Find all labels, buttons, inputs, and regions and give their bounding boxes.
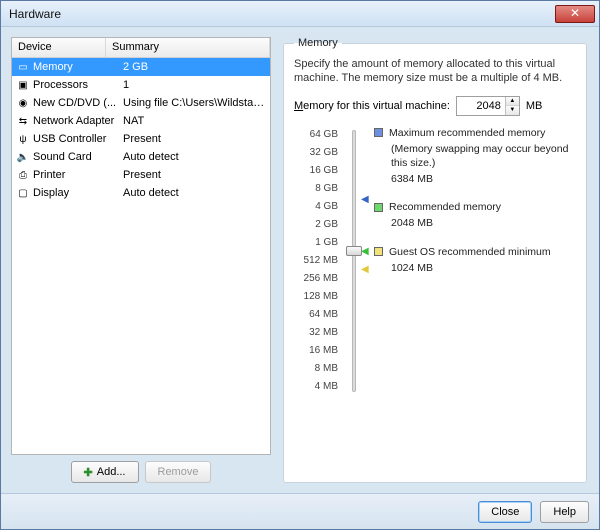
device-summary: 1 — [123, 79, 267, 91]
memory-slider[interactable]: ◀ ◀ ◀ — [342, 126, 366, 396]
sound-icon: 🔈 — [15, 150, 31, 164]
legend-rec-label: Recommended memory — [389, 201, 501, 213]
device-row[interactable]: ψUSB ControllerPresent — [12, 130, 270, 148]
device-summary: Using file C:\Users\Wildstar\Downl... — [123, 97, 267, 109]
legend-guest-label: Guest OS recommended minimum — [389, 246, 551, 258]
device-row[interactable]: ▢DisplayAuto detect — [12, 184, 270, 202]
marker-guest-icon: ◀ — [361, 264, 369, 275]
tick-label: 512 MB — [294, 252, 338, 270]
spin-down-icon[interactable]: ▼ — [506, 106, 519, 115]
tick-label: 16 MB — [294, 342, 338, 360]
col-header-device[interactable]: Device — [12, 38, 106, 57]
group-title: Memory — [294, 37, 342, 49]
legend-rec-value: 2048 MB — [391, 216, 576, 230]
display-icon: ▢ — [15, 186, 31, 200]
memory-description: Specify the amount of memory allocated t… — [294, 57, 576, 86]
tick-label: 32 GB — [294, 144, 338, 162]
printer-icon: ⎙ — [15, 168, 31, 182]
swatch-max-icon — [374, 128, 383, 137]
tick-label: 32 MB — [294, 324, 338, 342]
memory-unit: MB — [526, 100, 543, 112]
window-title: Hardware — [9, 7, 61, 21]
tick-label: 1 GB — [294, 234, 338, 252]
device-summary: Present — [123, 169, 267, 181]
device-row[interactable]: ⇆Network AdapterNAT — [12, 112, 270, 130]
device-row[interactable]: ◉New CD/DVD (...Using file C:\Users\Wild… — [12, 94, 270, 112]
device-name: Memory — [33, 61, 123, 73]
memory-icon: ▭ — [15, 60, 31, 74]
tick-label: 2 GB — [294, 216, 338, 234]
cpu-icon: ▣ — [15, 78, 31, 92]
marker-rec-icon: ◀ — [361, 246, 369, 257]
help-button[interactable]: Help — [540, 501, 589, 523]
device-summary: Auto detect — [123, 187, 267, 199]
remove-button: Remove — [145, 461, 212, 483]
memory-field-label: Memory for this virtual machine: — [294, 100, 450, 112]
device-row[interactable]: ▭Memory2 GB — [12, 58, 270, 76]
device-summary: 2 GB — [123, 61, 267, 73]
window-close-button[interactable]: ✕ — [555, 5, 595, 23]
device-row[interactable]: 🔈Sound CardAuto detect — [12, 148, 270, 166]
memory-input[interactable] — [457, 97, 505, 115]
memory-spinner[interactable]: ▲ ▼ — [456, 96, 520, 116]
tick-label: 16 GB — [294, 162, 338, 180]
close-button[interactable]: Close — [478, 501, 532, 523]
device-list[interactable]: Device Summary ▭Memory2 GB▣Processors1◉N… — [11, 37, 271, 455]
device-summary: Present — [123, 133, 267, 145]
tick-label: 64 MB — [294, 306, 338, 324]
tick-label: 128 MB — [294, 288, 338, 306]
device-name: Network Adapter — [33, 115, 123, 127]
tick-label: 4 MB — [294, 378, 338, 396]
device-name: Sound Card — [33, 151, 123, 163]
usb-icon: ψ — [15, 132, 31, 146]
legend-guest-value: 1024 MB — [391, 261, 576, 275]
device-row[interactable]: ⎙PrinterPresent — [12, 166, 270, 184]
marker-max-icon: ◀ — [361, 194, 369, 205]
device-list-header: Device Summary — [12, 38, 270, 58]
device-name: Printer — [33, 169, 123, 181]
device-summary: NAT — [123, 115, 267, 127]
spin-up-icon[interactable]: ▲ — [506, 97, 519, 107]
hardware-window: Hardware ✕ Device Summary ▭Memory2 GB▣Pr… — [0, 0, 600, 530]
slider-ticks: 64 GB32 GB16 GB8 GB4 GB2 GB1 GB512 MB256… — [294, 126, 342, 396]
device-row[interactable]: ▣Processors1 — [12, 76, 270, 94]
device-summary: Auto detect — [123, 151, 267, 163]
tick-label: 256 MB — [294, 270, 338, 288]
col-header-summary[interactable]: Summary — [106, 38, 270, 57]
legend-max-note: (Memory swapping may occur beyond this s… — [391, 142, 576, 170]
swatch-rec-icon — [374, 203, 383, 212]
device-name: USB Controller — [33, 133, 123, 145]
plus-icon: ✚ — [84, 466, 93, 479]
titlebar[interactable]: Hardware ✕ — [1, 1, 599, 27]
tick-label: 8 GB — [294, 180, 338, 198]
tick-label: 64 GB — [294, 126, 338, 144]
network-icon: ⇆ — [15, 114, 31, 128]
slider-thumb[interactable] — [346, 246, 362, 256]
tick-label: 8 MB — [294, 360, 338, 378]
device-name: Processors — [33, 79, 123, 91]
legend-max-label: Maximum recommended memory — [389, 127, 545, 139]
device-name: Display — [33, 187, 123, 199]
tick-label: 4 GB — [294, 198, 338, 216]
disc-icon: ◉ — [15, 96, 31, 110]
swatch-guest-icon — [374, 247, 383, 256]
device-name: New CD/DVD (... — [33, 97, 123, 109]
memory-group: Memory Specify the amount of memory allo… — [283, 37, 587, 483]
legend-max-value: 6384 MB — [391, 172, 576, 186]
add-button[interactable]: ✚Add... — [71, 461, 139, 483]
